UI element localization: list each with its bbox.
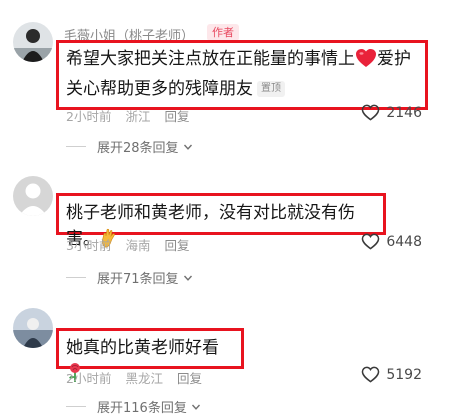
- expand-replies-button[interactable]: 展开28条回复: [66, 137, 193, 156]
- like-count: 6448: [386, 233, 422, 250]
- avatar-image: [13, 22, 53, 62]
- reply-button[interactable]: 回复: [164, 238, 189, 253]
- avatar[interactable]: [13, 308, 53, 348]
- like-heart-icon: [362, 104, 380, 121]
- avatar-image: [13, 176, 53, 216]
- expand-replies-label: 展开28条回复: [97, 141, 179, 156]
- timestamp: 3小时前: [66, 238, 112, 253]
- author-badge: 作者: [207, 24, 239, 41]
- reply-button[interactable]: 回复: [177, 371, 202, 386]
- comment-text-line: 关心帮助更多的残障朋友: [66, 79, 253, 99]
- like-count: 5192: [386, 366, 422, 383]
- comment-text-line: 希望大家把关注点放在正能量的事情上: [66, 49, 355, 69]
- comment-text-line-tail: 爱护: [377, 49, 411, 69]
- comment-text: 希望大家把关注点放在正能量的事情上 爱护 关心帮助更多的残障朋友 置顶: [56, 40, 428, 110]
- like-heart-icon: [362, 366, 380, 383]
- like-count: 2146: [386, 104, 422, 121]
- avatar[interactable]: [13, 22, 53, 62]
- divider: [66, 406, 86, 407]
- avatar-image: [13, 308, 53, 348]
- heart-emoji-icon: [355, 48, 377, 76]
- pinned-badge: 置顶: [257, 81, 285, 97]
- timestamp: 2小时前: [66, 109, 112, 124]
- comment-item: 桃子老师和黄老师，没有对比就没有伤害。 3小时前 海南 回复 6448 展开71条回…: [0, 160, 450, 290]
- chevron-down-icon: [183, 144, 192, 150]
- location: 海南: [125, 238, 151, 253]
- expand-replies-label: 展开116条回复: [97, 401, 187, 416]
- comment-text: 桃子老师和黄老师，没有对比就没有伤害。: [56, 193, 386, 249]
- chevron-down-icon: [191, 404, 200, 410]
- expand-replies-label: 展开71条回复: [97, 272, 179, 287]
- comment-meta: 3小时前 海南 回复: [66, 235, 203, 254]
- divider: [66, 277, 86, 278]
- like-button[interactable]: 5192: [361, 366, 422, 383]
- expand-replies-button[interactable]: 展开116条回复: [66, 397, 201, 416]
- like-button[interactable]: 2146: [361, 104, 422, 121]
- like-button[interactable]: 6448: [361, 233, 422, 250]
- comment-meta: 2小时前 黑龙江 回复: [66, 368, 216, 387]
- location: 浙江: [125, 109, 151, 124]
- chevron-down-icon: [183, 275, 192, 281]
- comment-text: 她真的比黄老师好看: [56, 328, 244, 382]
- reply-button[interactable]: 回复: [164, 109, 189, 124]
- divider: [66, 146, 86, 147]
- expand-replies-button[interactable]: 展开71条回复: [66, 268, 193, 287]
- comment-item: 她真的比黄老师好看 2小时前 黑龙江 回复 5192 展开116条回复: [0, 290, 450, 419]
- comment-text-line: 她真的比黄老师好看: [66, 338, 219, 358]
- timestamp: 2小时前: [66, 371, 112, 386]
- avatar[interactable]: [13, 176, 53, 216]
- comment-item: 毛薇小姐（桃子老师） 作者 希望大家把关注点放在正能量的事情上 爱护 关心帮助更多…: [0, 0, 450, 160]
- like-heart-icon: [362, 233, 380, 250]
- location: 黑龙江: [125, 371, 163, 386]
- comment-meta: 2小时前 浙江 回复: [66, 106, 203, 125]
